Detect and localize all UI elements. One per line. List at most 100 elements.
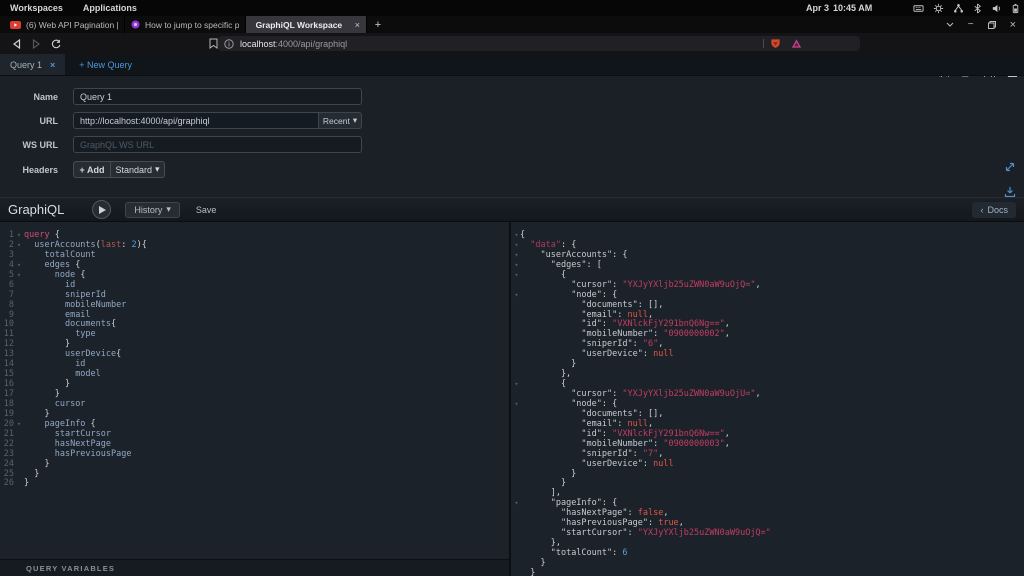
standard-headers-dropdown[interactable]: Standard▾ xyxy=(111,161,165,178)
fold-marker-icon xyxy=(14,390,24,400)
restore-button[interactable] xyxy=(988,21,996,29)
browser-tab-graphiql-workspace[interactable]: GraphiQL Workspace × xyxy=(246,16,367,33)
play-icon xyxy=(99,206,106,214)
minimize-button[interactable]: − xyxy=(968,19,974,30)
fold-marker-icon[interactable]: ▾ xyxy=(511,241,520,251)
battery-icon[interactable] xyxy=(1011,3,1020,14)
fold-marker-icon[interactable]: ▾ xyxy=(14,271,24,281)
code-line: } xyxy=(511,559,1024,569)
code-text: node { xyxy=(24,271,509,281)
code-line: ▾{ xyxy=(511,231,1024,241)
applications-menu[interactable]: Applications xyxy=(73,3,147,13)
fold-marker-icon xyxy=(511,410,520,420)
fold-marker-icon xyxy=(511,320,520,330)
fold-marker-icon xyxy=(14,311,24,321)
query-variables-bar[interactable]: QUERY VARIABLES xyxy=(0,559,509,576)
tab-list-chevron-icon[interactable] xyxy=(946,22,954,27)
fold-marker-icon[interactable]: ▾ xyxy=(511,499,520,509)
docs-button[interactable]: ‹Docs xyxy=(972,202,1016,218)
code-text: totalCount xyxy=(24,251,509,261)
fold-marker-icon xyxy=(511,350,520,360)
fold-marker-icon xyxy=(511,539,520,549)
code-text: "userDevice": null xyxy=(520,460,1024,470)
code-line: 24 } xyxy=(0,460,509,470)
network-icon[interactable] xyxy=(953,3,964,14)
tab-close-icon[interactable]: × xyxy=(351,20,360,30)
fold-marker-icon[interactable]: ▾ xyxy=(14,241,24,251)
code-line: } xyxy=(511,360,1024,370)
browser-toolbar: localhost:4000/api/graphiql xyxy=(0,33,1024,54)
fold-marker-icon xyxy=(14,370,24,380)
fold-marker-icon xyxy=(511,450,520,460)
fold-marker-icon xyxy=(511,549,520,559)
name-label: Name xyxy=(0,92,58,102)
shield-extension-icon[interactable] xyxy=(770,38,781,49)
triangle-extension-icon[interactable] xyxy=(791,38,802,49)
reload-icon[interactable] xyxy=(46,39,66,49)
fold-marker-icon[interactable]: ▾ xyxy=(511,400,520,410)
url-label: URL xyxy=(0,116,58,126)
fold-marker-icon[interactable]: ▾ xyxy=(511,231,520,241)
browser-tab-youtube[interactable]: (6) Web API Pagination | Offset-ba xyxy=(4,16,125,33)
code-text: } xyxy=(24,410,509,420)
fold-marker-icon[interactable]: ▾ xyxy=(511,271,520,281)
code-line: 23 hasPreviousPage xyxy=(0,450,509,460)
response-viewer[interactable]: ▾{▾ "data": {▾ "userAccounts": {▾ "edges… xyxy=(511,222,1024,576)
volume-icon[interactable] xyxy=(991,3,1002,14)
fold-marker-icon xyxy=(511,340,520,350)
fold-marker-icon[interactable]: ▾ xyxy=(14,231,24,241)
code-text: edges { xyxy=(24,261,509,271)
bluetooth-icon[interactable] xyxy=(973,3,982,14)
fold-marker-icon xyxy=(14,251,24,261)
fold-marker-icon[interactable]: ▾ xyxy=(511,251,520,261)
code-text: "startCursor": "YXJyYXljb25uZWN0aW9uOjQ=… xyxy=(520,529,1024,539)
code-text: cursor xyxy=(24,400,509,410)
gear-icon[interactable] xyxy=(933,3,944,14)
code-text: "edges": [ xyxy=(520,261,1024,271)
history-dropdown[interactable]: History▾ xyxy=(125,202,180,218)
execute-button[interactable] xyxy=(92,200,111,219)
fold-marker-icon xyxy=(14,291,24,301)
fold-marker-icon[interactable]: ▾ xyxy=(14,261,24,271)
site-info-icon[interactable] xyxy=(224,39,234,49)
fold-marker-icon xyxy=(511,440,520,450)
browser-tab-article[interactable]: How to jump to specific page with xyxy=(125,16,246,33)
query-editor[interactable]: 1▾query {2▾ userAccounts(last: 2){3 tota… xyxy=(0,222,509,576)
expand-icon[interactable] xyxy=(1004,161,1016,173)
back-icon[interactable] xyxy=(6,39,26,49)
fold-marker-icon[interactable]: ▾ xyxy=(511,291,520,301)
code-line: "totalCount": 6 xyxy=(511,549,1024,559)
fold-marker-icon xyxy=(511,519,520,529)
fold-marker-icon[interactable]: ▾ xyxy=(511,380,520,390)
forward-icon[interactable] xyxy=(26,39,46,49)
clock[interactable]: Apr 310:45 AM xyxy=(806,0,872,16)
code-text: } xyxy=(24,470,509,480)
fold-marker-icon xyxy=(14,281,24,291)
query-tab-close-icon[interactable]: × xyxy=(50,60,55,70)
fold-marker-icon[interactable]: ▾ xyxy=(511,261,520,271)
url-bar[interactable]: localhost:4000/api/graphiql xyxy=(218,36,860,51)
workspace-tab-strip: Query 1 × + New Query xyxy=(0,54,1024,76)
ws-url-input[interactable] xyxy=(73,136,362,153)
add-header-button[interactable]: + Add xyxy=(73,161,111,178)
fold-marker-icon[interactable]: ▾ xyxy=(14,420,24,430)
input-method-icon[interactable] xyxy=(913,3,924,14)
new-query-button[interactable]: + New Query xyxy=(65,54,146,75)
code-text: }, xyxy=(520,370,1024,380)
name-input[interactable] xyxy=(73,88,362,105)
close-button[interactable]: × xyxy=(1010,19,1016,31)
code-line: 15 model xyxy=(0,370,509,380)
fold-marker-icon xyxy=(14,400,24,410)
code-text: } xyxy=(24,460,509,470)
fold-marker-icon xyxy=(511,390,520,400)
code-line: "userDevice": null xyxy=(511,350,1024,360)
url-input[interactable] xyxy=(73,112,319,129)
query-tab[interactable]: Query 1 × xyxy=(0,54,65,75)
caret-down-icon: ▾ xyxy=(155,164,160,175)
workspaces-menu[interactable]: Workspaces xyxy=(0,3,73,13)
save-button[interactable]: Save xyxy=(196,205,217,215)
fold-marker-icon xyxy=(14,350,24,360)
new-tab-button[interactable]: + xyxy=(367,16,389,33)
fold-marker-icon xyxy=(511,330,520,340)
recent-dropdown[interactable]: Recent▾ xyxy=(319,112,362,129)
